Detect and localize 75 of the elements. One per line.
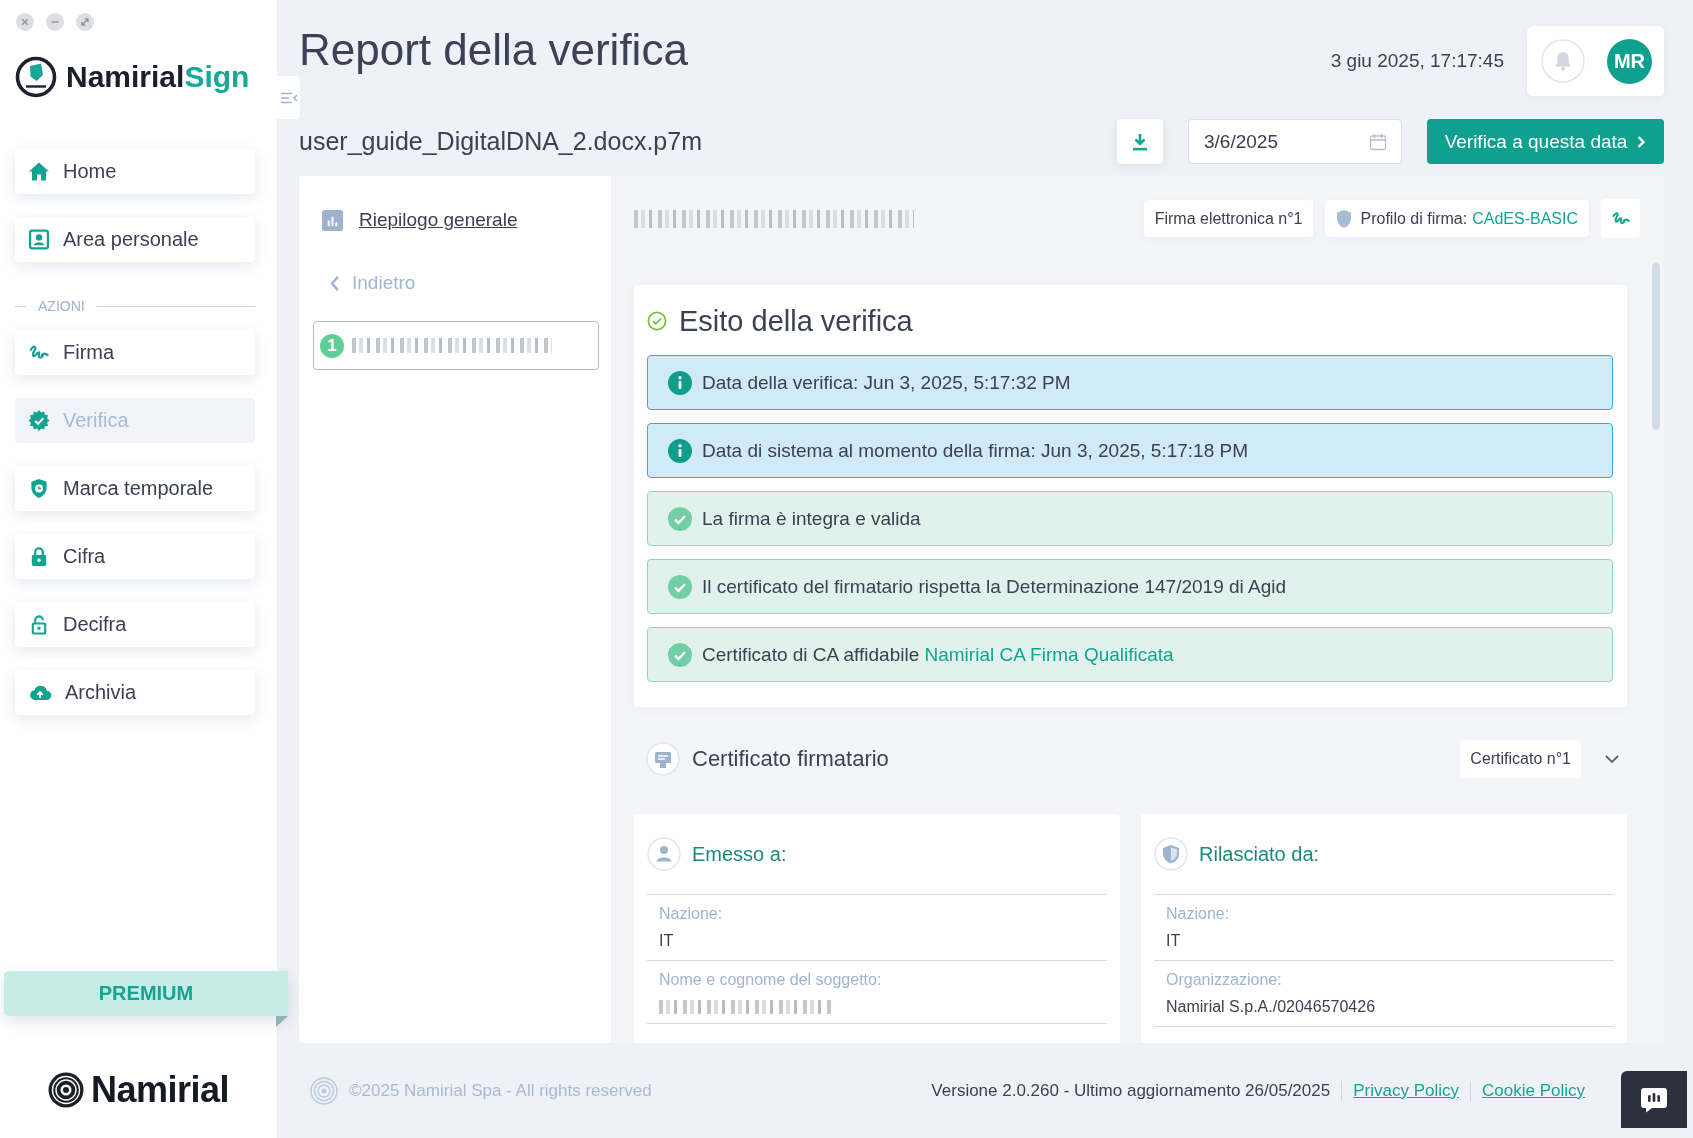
summary-link[interactable]: Riepilogo generale: [322, 208, 518, 232]
minimize-icon[interactable]: [46, 13, 64, 31]
section-title: Esito della verifica: [679, 304, 913, 338]
signature-button[interactable]: [1601, 199, 1640, 238]
profile-value: CAdES-BASIC: [1472, 209, 1578, 228]
nav-item[interactable]: Cifra: [15, 534, 255, 579]
check-text: La firma è integra e valida: [702, 507, 921, 530]
timestamp: 3 giu 2025, 17:17:45: [1330, 50, 1504, 72]
check-text: Il certificato del firmatario rispetta la Determinazione 147/2019 di Agid: [702, 575, 1287, 598]
download-icon: [1132, 132, 1148, 151]
field-value: IT: [1166, 931, 1181, 951]
cloud-upload-icon: [28, 684, 52, 701]
version-text: Versione 2.0.260 - Ultimo aggiornamento 26/05/2025: [931, 1080, 1331, 1101]
file-name: user_guide_DigitalDNA_2.docx.p7m: [299, 127, 702, 156]
shield-clock-icon: [28, 478, 50, 499]
home-icon: [28, 161, 50, 182]
scrollbar-thumb[interactable]: [1652, 263, 1660, 430]
field-label: Nome e cognome del soggetto:: [659, 970, 882, 990]
section-label: AZIONI: [38, 298, 85, 314]
date-field[interactable]: 3/6/2025: [1188, 119, 1402, 164]
nav-item[interactable]: Home: [15, 149, 255, 194]
info-icon: [668, 438, 692, 463]
certificate-badge: Certificato n°1: [1460, 740, 1581, 778]
info-icon: [668, 370, 692, 395]
chat-icon: [1639, 1085, 1669, 1114]
copyright-text: ©2025 Namirial Spa - All rights reserved: [349, 1080, 652, 1101]
check-text: Data di sistema al momento della firma: Jun 3, 2025, 5:17:18 PM: [702, 439, 1248, 462]
signature-badge: Firma elettronica n°1: [1143, 200, 1314, 237]
nav-item[interactable]: Archivia: [15, 670, 255, 715]
premium-badge: PREMIUM: [4, 971, 288, 1016]
logo-icon: [15, 56, 57, 98]
calendar-icon: [1369, 132, 1387, 151]
person-icon: [647, 837, 681, 871]
check-icon: [668, 506, 692, 531]
check-text: Certificato di CA affidabile Namirial CA Firma Qualificata: [702, 643, 1174, 666]
shield-icon: [1154, 837, 1188, 871]
card-title: Rilasciato da:: [1199, 842, 1320, 866]
collapse-icon: [279, 91, 298, 104]
certificate-icon: [646, 742, 680, 776]
chevron-left-icon: [329, 274, 341, 292]
check-circle-icon: [647, 311, 667, 331]
nav-item[interactable]: Decifra: [15, 602, 255, 647]
section-title: Certificato firmatario: [692, 746, 889, 772]
page-title: Report della verifica: [299, 26, 688, 74]
check-icon: [668, 642, 692, 667]
ribbon-fold-icon: [276, 1016, 288, 1027]
field-label: Nazione:: [659, 904, 723, 924]
nav-item[interactable]: Area personale: [15, 217, 255, 262]
expand-icon[interactable]: [76, 13, 94, 31]
chat-button[interactable]: [1621, 1071, 1687, 1128]
logo-text: NamirialSign: [66, 60, 250, 94]
signature-icon: [1610, 210, 1631, 227]
nav-item[interactable]: Marca temporale: [15, 466, 255, 511]
contact-card-icon: [28, 229, 50, 250]
brand-mark-icon: [310, 1076, 338, 1105]
chevron-right-icon: [1636, 134, 1647, 149]
verified-badge-icon: [28, 410, 50, 431]
brand-logo-icon: [47, 1072, 84, 1108]
field-value: IT: [659, 931, 674, 951]
field-value: Namirial S.p.A./02046570426: [1166, 997, 1376, 1017]
field-label: Nazione:: [1166, 904, 1230, 924]
chevron-down-icon[interactable]: [1604, 754, 1620, 764]
close-icon[interactable]: [16, 13, 34, 31]
nav-item[interactable]: Firma: [15, 330, 255, 375]
check-text: Data della verifica: Jun 3, 2025, 5:17:32 PM: [702, 371, 1071, 394]
check-icon: [668, 574, 692, 599]
brand-name: Namirial: [90, 1069, 230, 1111]
step-number: 1: [320, 333, 344, 358]
collapse-sidebar-button[interactable]: [277, 76, 300, 119]
download-button[interactable]: [1117, 119, 1163, 164]
profile-label: Profilo di firma:: [1360, 209, 1468, 228]
card-title: Emesso a:: [692, 842, 787, 866]
shield-icon: [1336, 208, 1353, 229]
field-label: Organizzazione:: [1166, 970, 1282, 990]
bar-chart-icon: [322, 209, 343, 231]
